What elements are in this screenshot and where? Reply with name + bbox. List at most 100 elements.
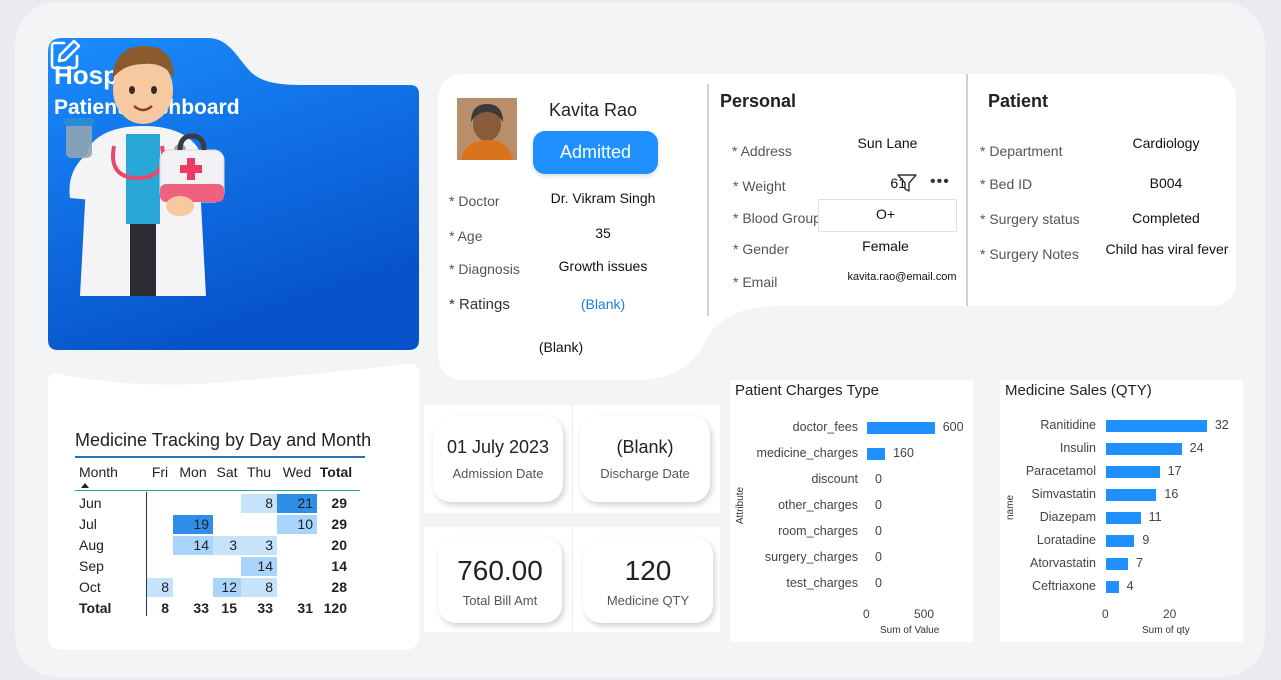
data-label: 32 [1214,418,1229,432]
matrix-cell [147,557,173,576]
matrix-cell: 8 [161,600,169,616]
row-total: 29 [331,495,347,511]
category-label: doctor_fees [792,420,858,434]
discharge-date-card: (Blank) Discharge Date [580,416,710,502]
matrix-cell: 31 [297,600,313,616]
department-label: * Department [980,143,1063,159]
bar[interactable] [1106,420,1207,432]
kpi-divider [572,405,573,513]
matrix-cell [277,536,317,555]
row-total: 120 [323,600,347,616]
column-header-total: Total [319,464,353,480]
bar[interactable] [1106,489,1157,501]
data-label: 17 [1167,464,1182,478]
doctor-label: * Doctor [449,193,500,209]
matrix-cell: 3 [241,536,277,555]
matrix-cell [277,578,317,597]
status-badge: Admitted [533,131,658,174]
column-header-fri: Fri [151,464,169,480]
total-bill-label: Total Bill Amt [462,593,538,608]
data-label: 0 [875,524,882,538]
bar[interactable] [1106,466,1160,478]
matrix-cell: 8 [147,578,173,597]
x-tick-label: 500 [914,607,935,621]
category-label: Ranitidine [1040,418,1096,432]
total-bill-card: 760.00 Total Bill Amt [438,537,562,623]
sort-ascending-icon[interactable] [81,483,89,488]
more-options-icon[interactable]: ••• [930,173,950,191]
row-total: 28 [331,579,347,595]
bar[interactable] [1106,443,1182,455]
data-label: 16 [1164,487,1179,501]
y-axis-title: name [1005,494,1017,521]
category-label: Diazepam [1039,510,1096,524]
blood-group-value: O+ [875,206,896,222]
email-value: kavita.rao@email.com [847,271,957,283]
x-tick-label: 0 [863,607,870,621]
matrix-cell: 10 [277,515,317,534]
surgery-status-label: * Surgery status [980,211,1080,227]
category-label: Insulin [1059,441,1096,455]
y-axis-title: Attribute [735,486,747,525]
category-label: Atorvastatin [1029,556,1096,570]
column-header-wed: Wed [282,464,312,480]
matrix-cell [213,557,241,576]
patient-heading: Patient [988,91,1049,111]
data-label: 11 [1148,510,1162,524]
matrix-cell: 21 [277,494,317,513]
address-label: * Address [732,143,792,159]
matrix-cell: 12 [213,578,241,597]
bar[interactable] [867,448,886,460]
tracking-title-underline [75,456,365,458]
ratings-value[interactable]: (Blank) [538,296,668,312]
bar[interactable] [1106,535,1135,547]
x-axis-title: Sum of qty [1142,625,1190,636]
column-header-thu: Thu [246,464,272,480]
matrix-cell: 14 [173,536,213,555]
x-axis-title: Sum of Value [880,625,940,636]
category-label: other_charges [778,498,858,512]
patient-name: Kavita Rao [548,100,638,120]
matrix-cell: 8 [241,578,277,597]
bar[interactable] [867,422,935,434]
month-label: Oct [79,579,101,595]
admission-date-label: Admission Date [452,466,544,481]
department-value: Cardiology [1132,135,1200,151]
medicine-sales-chart: Medicine Sales (QTY) name Sum of qty Ran… [1000,380,1243,642]
category-label: surgery_charges [764,550,858,564]
data-label: 600 [942,420,964,434]
matrix-cell: 3 [213,536,241,555]
matrix-cell [213,494,241,513]
email-label: * Email [733,274,778,290]
filter-icon[interactable] [896,173,918,193]
matrix-cell: 19 [173,515,213,534]
discharge-date-label: Discharge Date [600,466,690,481]
category-label: Paracetamol [1025,464,1096,478]
bar[interactable] [1106,558,1129,570]
category-label: discount [811,472,858,486]
patient-charges-chart: Patient Charges Type Attribute Sum of Va… [730,380,973,642]
blood-group-label: * Blood Group [733,210,821,226]
column-header-mon: Mon [179,464,207,480]
data-label: 160 [893,446,914,460]
total-bill-value: 760.00 [457,555,543,586]
patient-photo [457,98,517,160]
data-label: 0 [875,498,882,512]
bar[interactable] [1106,581,1119,593]
category-label: medicine_charges [756,446,858,460]
data-label: 0 [875,576,882,590]
matrix-cell [147,515,173,534]
column-header-month: Month [79,464,118,480]
matrix-cell [173,494,213,513]
bar[interactable] [1106,512,1141,524]
admission-date-card: 01 July 2023 Admission Date [433,416,563,502]
x-tick-label: 20 [1163,607,1177,621]
surgery-status-value: Completed [1132,210,1200,226]
doctor-illustration [64,46,225,296]
row-total: 14 [331,558,347,574]
data-label: 4 [1126,579,1134,593]
matrix-cell [173,578,213,597]
data-label: 24 [1189,441,1204,455]
medicine-qty-card: 120 Medicine QTY [583,537,713,623]
gender-value: Female [862,238,909,254]
